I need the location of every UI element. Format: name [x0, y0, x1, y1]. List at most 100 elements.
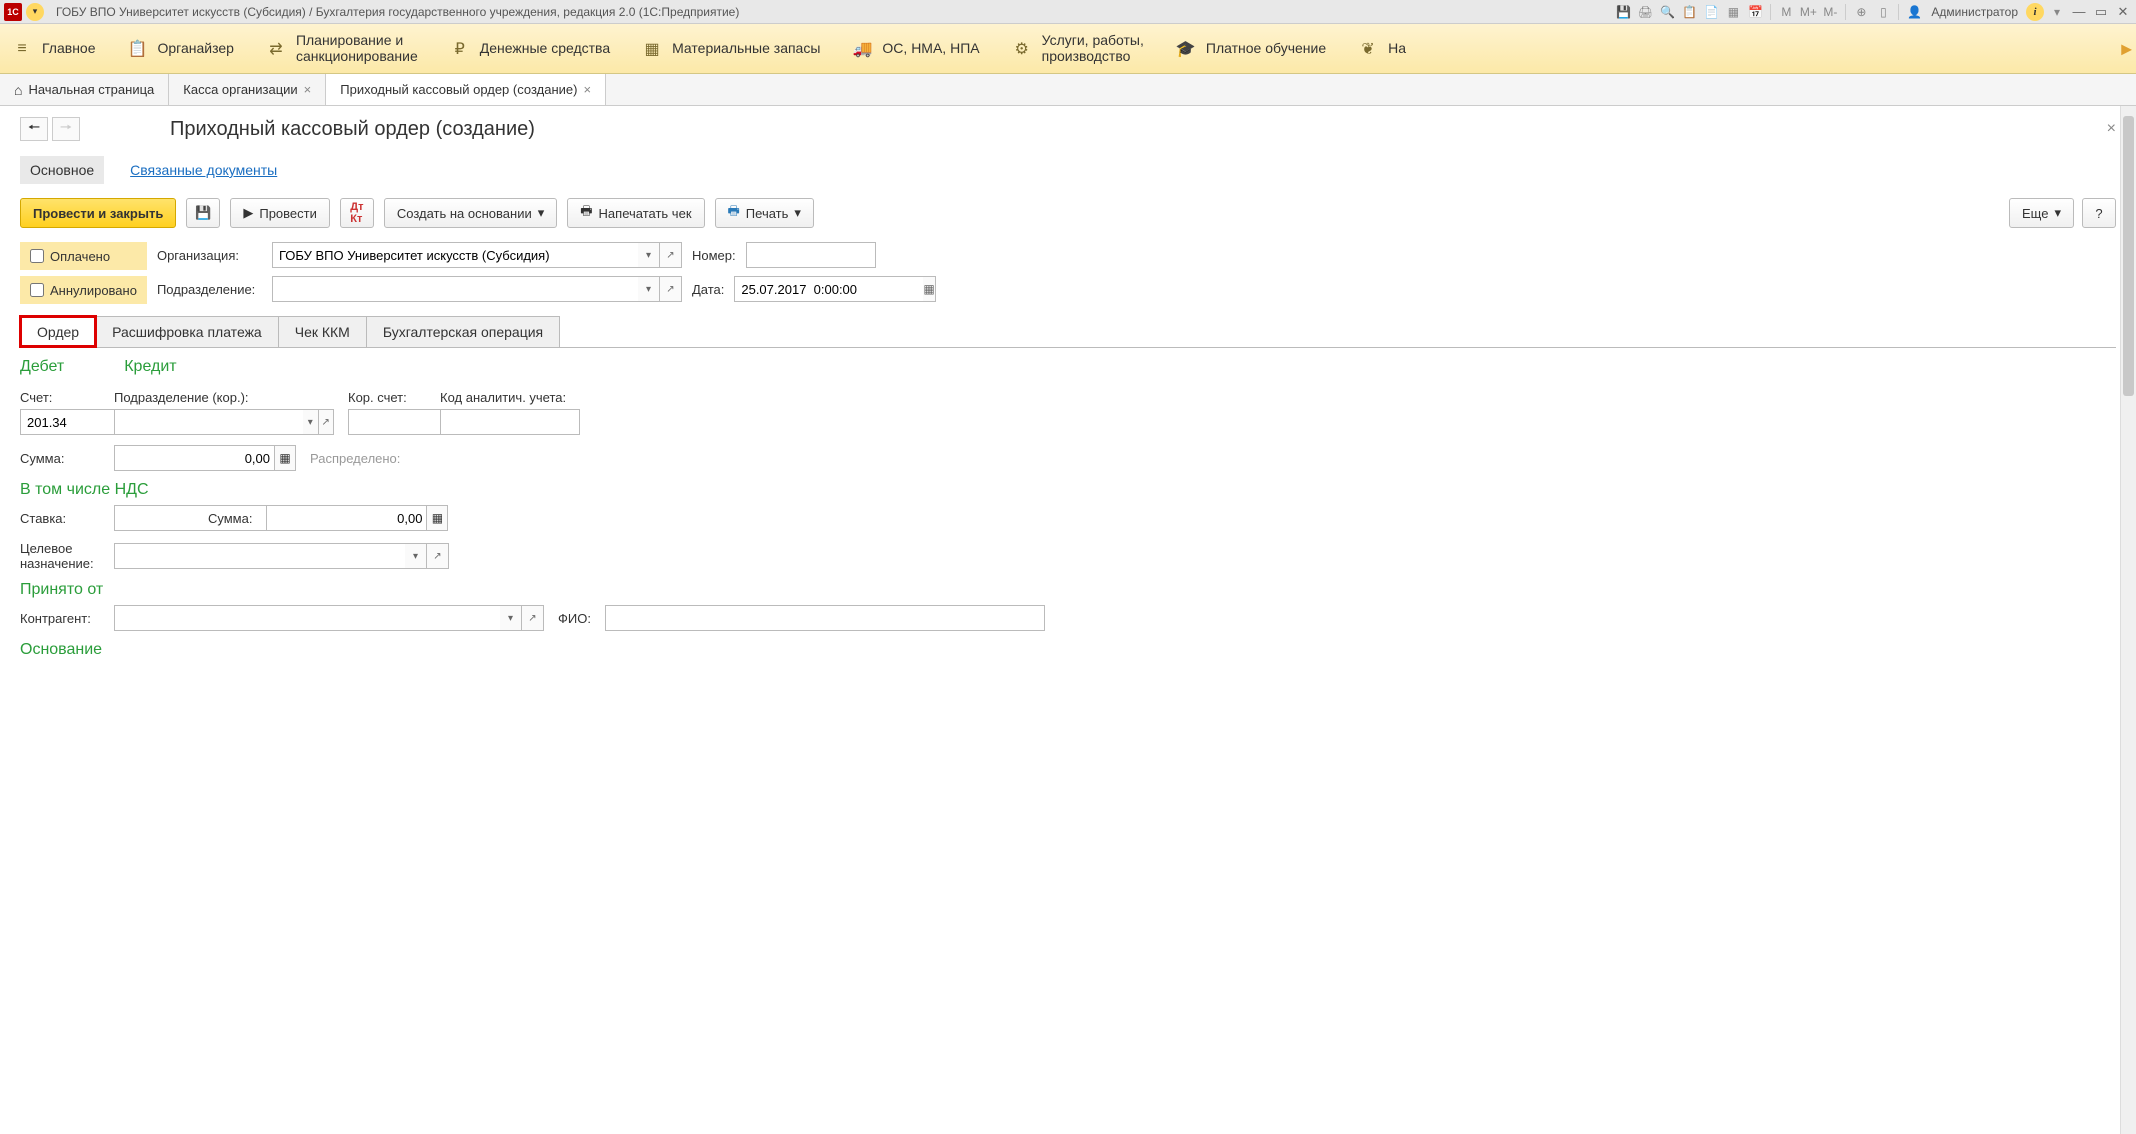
- open-button[interactable]: ↗: [427, 543, 449, 569]
- contragent-combo[interactable]: ▾ ↗: [114, 605, 544, 631]
- print-button[interactable]: 🖶Печать▾: [715, 198, 814, 228]
- m-minus-button[interactable]: M-: [1821, 3, 1839, 21]
- cancelled-checkbox-input[interactable]: [30, 283, 44, 297]
- paid-checkbox[interactable]: Оплачено: [20, 242, 147, 270]
- nav-label: Органайзер: [158, 41, 234, 56]
- compare-icon[interactable]: 📋: [1680, 3, 1698, 21]
- vat-sum-input[interactable]: [266, 505, 426, 531]
- calc-icon[interactable]: ▦: [1724, 3, 1742, 21]
- info-dropdown[interactable]: ▾: [2048, 3, 2066, 21]
- org-input[interactable]: [272, 242, 638, 268]
- post-button[interactable]: ▶Провести: [230, 198, 330, 228]
- nav-forward-button[interactable]: 🠖: [52, 117, 80, 141]
- app-menu-dropdown[interactable]: ▾: [26, 3, 44, 21]
- nav-services[interactable]: ⚙Услуги, работы, производство: [1012, 33, 1144, 64]
- m-button[interactable]: M: [1777, 3, 1795, 21]
- contragent-label: Контрагент:: [20, 611, 100, 626]
- save-button[interactable]: 💾: [186, 198, 220, 228]
- date-combo[interactable]: ▦: [734, 276, 924, 302]
- purpose-combo[interactable]: ▾ ↗: [114, 543, 449, 569]
- tab-payment-detail[interactable]: Расшифровка платежа: [95, 316, 279, 347]
- nav-scroll-right[interactable]: ▶: [2121, 40, 2132, 57]
- dropdown-button[interactable]: ▾: [405, 543, 427, 569]
- dept-cor-label: Подразделение (кор.):: [114, 390, 334, 405]
- tab-cash[interactable]: Касса организации×: [169, 74, 326, 105]
- tab-check-kkm[interactable]: Чек ККМ: [278, 316, 367, 347]
- vertical-scrollbar[interactable]: [2120, 106, 2136, 1134]
- printer-icon: 🖶: [580, 202, 592, 224]
- calendar-icon[interactable]: 📅: [1746, 3, 1764, 21]
- bc-related[interactable]: Связанные документы: [120, 156, 287, 184]
- dept-cor-input[interactable]: [114, 409, 303, 435]
- help-button[interactable]: ?: [2082, 198, 2116, 228]
- scroll-thumb[interactable]: [2123, 116, 2134, 396]
- print-icon[interactable]: 🖨: [1636, 3, 1654, 21]
- nav-planning[interactable]: ⇄Планирование и санкционирование: [266, 33, 418, 64]
- nav-money[interactable]: ₽Денежные средства: [450, 39, 610, 59]
- org-combo[interactable]: ▾ ↗: [272, 242, 682, 268]
- number-input[interactable]: [746, 242, 876, 268]
- account-label: Счет:: [20, 390, 100, 405]
- section-debit: Дебет: [20, 358, 64, 376]
- panels-icon[interactable]: ▯: [1874, 3, 1892, 21]
- nav-materials[interactable]: ▦Материальные запасы: [642, 39, 820, 59]
- cor-account-combo[interactable]: ▾: [348, 409, 426, 435]
- contragent-input[interactable]: [114, 605, 500, 631]
- sum-input[interactable]: [114, 445, 274, 471]
- close-window-button[interactable]: ✕: [2114, 3, 2132, 21]
- nav-education[interactable]: 🎓Платное обучение: [1176, 39, 1326, 59]
- close-document-button[interactable]: ×: [2107, 120, 2116, 138]
- open-button[interactable]: ↗: [660, 242, 682, 268]
- m-plus-button[interactable]: M+: [1799, 3, 1817, 21]
- create-based-button[interactable]: Создать на основании▾: [384, 198, 557, 228]
- dropdown-button[interactable]: ▾: [500, 605, 522, 631]
- nav-organizer[interactable]: 📋Органайзер: [128, 39, 234, 59]
- dtct-button[interactable]: ДтКт: [340, 198, 374, 228]
- nav-back-button[interactable]: 🠔: [20, 117, 48, 141]
- analytic-input[interactable]: [440, 409, 580, 435]
- account-combo[interactable]: ▾: [20, 409, 100, 435]
- dept-cor-combo[interactable]: ▾ ↗: [114, 409, 334, 435]
- minimize-button[interactable]: —: [2070, 3, 2088, 21]
- calc-button[interactable]: ▦: [426, 505, 448, 531]
- nav-main[interactable]: ≡Главное: [12, 39, 96, 59]
- tab-home[interactable]: ⌂Начальная страница: [0, 74, 169, 105]
- nav-assets[interactable]: 🚚ОС, НМА, НПА: [852, 39, 979, 59]
- calc-button[interactable]: ▦: [274, 445, 296, 471]
- dept-combo[interactable]: ▾ ↗: [272, 276, 682, 302]
- open-button[interactable]: ↗: [660, 276, 682, 302]
- dropdown-button[interactable]: ▾: [638, 276, 660, 302]
- fio-input[interactable]: [605, 605, 1045, 631]
- nav-more[interactable]: ❦На: [1358, 39, 1406, 59]
- purpose-input[interactable]: [114, 543, 405, 569]
- date-label: Дата:: [692, 282, 724, 297]
- rate-combo[interactable]: ▾: [114, 505, 194, 531]
- dropdown-button[interactable]: ▾: [638, 242, 660, 268]
- bc-main[interactable]: Основное: [20, 156, 104, 184]
- btn-label: Напечатать чек: [599, 206, 692, 221]
- info-icon[interactable]: i: [2026, 3, 2044, 21]
- paid-checkbox-input[interactable]: [30, 249, 44, 263]
- dropdown-button[interactable]: ▾: [303, 409, 319, 435]
- open-button[interactable]: ↗: [319, 409, 335, 435]
- save-icon[interactable]: 💾: [1614, 3, 1632, 21]
- close-icon[interactable]: ×: [583, 82, 591, 97]
- print-check-button[interactable]: 🖶 Напечатать чек: [567, 198, 704, 228]
- open-button[interactable]: ↗: [522, 605, 544, 631]
- zoom-icon[interactable]: ⊕: [1852, 3, 1870, 21]
- maximize-button[interactable]: ▭: [2092, 3, 2110, 21]
- cancelled-checkbox[interactable]: Аннулировано: [20, 276, 147, 304]
- preview-icon[interactable]: 🔍: [1658, 3, 1676, 21]
- dept-input[interactable]: [272, 276, 638, 302]
- close-icon[interactable]: ×: [304, 82, 312, 97]
- org-label: Организация:: [157, 248, 262, 263]
- calendar-button[interactable]: ▦: [923, 276, 935, 302]
- tab-document[interactable]: Приходный кассовый ордер (создание)×: [326, 74, 606, 105]
- date-input[interactable]: [734, 276, 923, 302]
- post-close-button[interactable]: Провести и закрыть: [20, 198, 176, 228]
- tab-order[interactable]: Ордер: [20, 316, 96, 347]
- copy-icon[interactable]: 📄: [1702, 3, 1720, 21]
- menu-icon: ≡: [12, 39, 32, 59]
- tab-accounting[interactable]: Бухгалтерская операция: [366, 316, 560, 347]
- more-button[interactable]: Еще▾: [2009, 198, 2074, 228]
